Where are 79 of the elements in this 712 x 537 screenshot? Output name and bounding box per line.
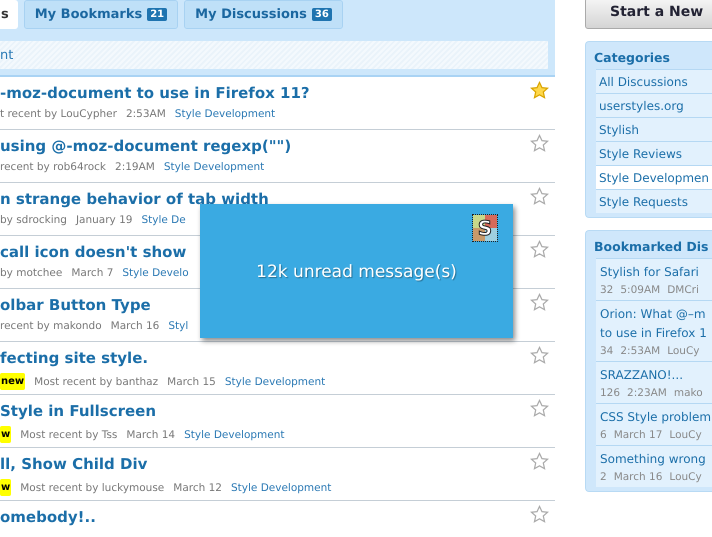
category-item[interactable]: Stylish bbox=[596, 117, 712, 141]
discussion-title[interactable]: Style in Fullscreen bbox=[0, 400, 530, 422]
time-text: March 14 bbox=[126, 428, 176, 440]
category-link[interactable]: Style Development bbox=[164, 161, 264, 173]
star-icon[interactable] bbox=[530, 81, 549, 100]
new-badge: w bbox=[0, 426, 12, 443]
new-badge: w bbox=[0, 479, 12, 496]
time-text: 2:19AM bbox=[115, 161, 155, 173]
author-text: by sdrocking bbox=[0, 214, 67, 226]
time-text: 2:53AM bbox=[126, 108, 166, 120]
category-link[interactable]: Style Development bbox=[231, 482, 332, 494]
discussion-title[interactable]: ll, Show Child Div bbox=[0, 453, 530, 475]
category-item[interactable]: userstyles.org bbox=[596, 93, 712, 117]
category-item[interactable]: Style Developmen bbox=[596, 165, 712, 189]
comment-count: 32 bbox=[600, 284, 614, 296]
category-item[interactable]: Style Reviews bbox=[596, 141, 712, 165]
category-link[interactable]: Style Develo bbox=[122, 267, 189, 279]
comment-count: 34 bbox=[600, 345, 614, 357]
time-text: 5:09AM bbox=[620, 284, 660, 296]
tab[interactable]: s bbox=[0, 0, 18, 29]
star-icon[interactable] bbox=[530, 134, 549, 153]
panel-title: Categories bbox=[594, 50, 671, 65]
time-text: January 19 bbox=[76, 214, 132, 226]
discussion-title[interactable]: -moz-document to use in Firefox 11? bbox=[0, 82, 530, 104]
category-link[interactable]: Style Development bbox=[224, 376, 326, 388]
time-text: March 15 bbox=[167, 376, 216, 388]
comment-count: 126 bbox=[600, 387, 620, 399]
author-text: LouCy bbox=[669, 429, 702, 441]
star-icon[interactable] bbox=[530, 187, 549, 206]
bookmark-title[interactable]: Something wrong bbox=[600, 450, 712, 469]
category-link[interactable]: Style Development bbox=[174, 108, 276, 120]
notification-message: 12k unread message(s) bbox=[255, 262, 458, 282]
time-text: 2:53AM bbox=[620, 345, 660, 357]
author-text: t recent by LouCypher bbox=[0, 108, 117, 120]
discussion-title[interactable]: fecting site style. bbox=[0, 347, 530, 369]
count-badge: 36 bbox=[312, 8, 332, 21]
comment-count: 6 bbox=[600, 429, 607, 441]
author-text: Most recent by luckymouse bbox=[20, 482, 164, 494]
tab[interactable]: My Discussions 36 bbox=[184, 0, 343, 29]
star-icon[interactable] bbox=[530, 399, 549, 418]
author-text: Most recent by banthaz bbox=[34, 376, 158, 388]
category-link[interactable]: Styl bbox=[168, 320, 188, 332]
author-text: LouCy bbox=[669, 471, 702, 483]
comment-count: 2 bbox=[600, 471, 607, 483]
bookmark-title[interactable]: Orion: What @–m bbox=[600, 305, 712, 324]
start-discussion-button[interactable]: Start a New bbox=[585, 0, 712, 29]
time-text: 2:23AM bbox=[627, 387, 667, 399]
bookmark-title[interactable]: CSS Style problem bbox=[600, 408, 712, 427]
discussion-title[interactable]: using @-moz-document regexp("") bbox=[0, 135, 530, 157]
category-item[interactable]: Style Requests bbox=[596, 189, 712, 213]
author-text: Most recent by Tss bbox=[20, 428, 118, 440]
time-text: March 12 bbox=[173, 482, 222, 494]
star-icon[interactable] bbox=[530, 346, 549, 365]
category-link[interactable]: Style Development bbox=[184, 428, 285, 440]
star-icon[interactable] bbox=[530, 505, 549, 524]
star-icon[interactable] bbox=[530, 240, 549, 259]
bookmark-title[interactable]: to use in Firefox 1 bbox=[600, 324, 712, 343]
author-text: mako bbox=[674, 387, 703, 399]
author-text: DMCri bbox=[667, 284, 699, 296]
discussion-title[interactable]: omebody!.. bbox=[0, 506, 530, 528]
bookmark-title[interactable]: Stylish for Safari bbox=[600, 263, 712, 282]
time-text: March 16 bbox=[614, 471, 662, 483]
star-icon[interactable] bbox=[530, 452, 549, 471]
bookmark-title[interactable]: SRAZZANO!... bbox=[600, 366, 712, 385]
category-link[interactable]: Style De bbox=[141, 214, 186, 226]
time-text: March 16 bbox=[110, 320, 160, 332]
author-text: recent by makondo bbox=[0, 320, 102, 332]
filter-text: nt bbox=[0, 48, 14, 62]
author-text: recent by rob64rock bbox=[0, 161, 106, 173]
panel-title: Bookmarked Dis bbox=[594, 239, 710, 254]
author-text: by motchee bbox=[0, 267, 62, 279]
author-text: LouCy bbox=[667, 345, 700, 357]
category-item[interactable]: All Discussions bbox=[596, 69, 712, 93]
star-icon[interactable] bbox=[530, 293, 549, 312]
count-badge: 21 bbox=[147, 8, 168, 21]
new-badge: new bbox=[0, 373, 26, 390]
tab[interactable]: My Bookmarks 21 bbox=[24, 0, 178, 29]
time-text: March 17 bbox=[614, 429, 662, 441]
time-text: March 7 bbox=[71, 267, 114, 279]
